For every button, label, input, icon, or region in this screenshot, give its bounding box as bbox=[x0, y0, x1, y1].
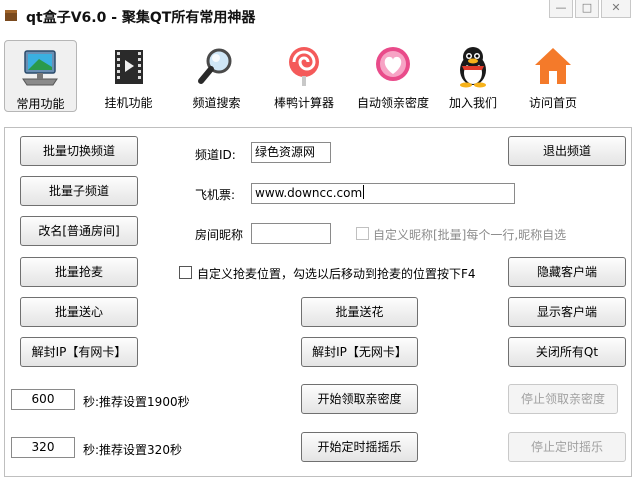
toolbar: 常用功能 挂机功能 频道搜索 棒鸭计算器 自动领亲密度 加入我们 访问首页 bbox=[0, 36, 638, 116]
custom-nickname-checkbox[interactable] bbox=[356, 227, 369, 240]
ticket-label: 飞机票: bbox=[195, 188, 236, 202]
tool-label: 自动领亲密度 bbox=[356, 96, 429, 110]
show-client-button[interactable]: 显示客户端 bbox=[508, 297, 626, 327]
minimize-button[interactable]: — bbox=[549, 0, 573, 18]
exit-channel-button[interactable]: 退出频道 bbox=[508, 136, 626, 166]
batch-send-heart-button[interactable]: 批量送心 bbox=[20, 297, 138, 327]
unblock-ip-with-nic-button[interactable]: 解封IP【有网卡】 bbox=[20, 337, 138, 367]
tool-label: 常用功能 bbox=[16, 97, 65, 111]
penguin-icon bbox=[460, 47, 486, 88]
tool-join-us[interactable]: 加入我们 bbox=[440, 40, 506, 112]
tool-auto-intimacy[interactable]: 自动领亲密度 bbox=[352, 40, 434, 112]
channel-id-label: 频道ID: bbox=[195, 148, 236, 162]
tool-calculator[interactable]: 棒鸭计算器 bbox=[266, 40, 342, 112]
film-icon bbox=[114, 50, 143, 84]
stop-shake-button[interactable]: 停止定时摇乐 bbox=[508, 432, 626, 462]
room-nickname-label: 房间昵称 bbox=[195, 228, 244, 242]
hide-client-button[interactable]: 隐藏客户端 bbox=[508, 257, 626, 287]
batch-switch-channel-button[interactable]: 批量切换频道 bbox=[20, 136, 138, 166]
custom-grab-position-label: 自定义抢麦位置，勾选以后移动到抢麦的位置按下F4 bbox=[197, 267, 476, 281]
custom-grab-position-checkbox[interactable] bbox=[179, 266, 192, 279]
heart-icon bbox=[376, 47, 410, 81]
tool-label: 挂机功能 bbox=[104, 96, 153, 110]
room-nickname-field[interactable] bbox=[251, 223, 331, 244]
tool-label: 棒鸭计算器 bbox=[273, 96, 334, 110]
shake-hint-label: 秒:推荐设置320秒 bbox=[83, 443, 182, 457]
lollipop-icon bbox=[289, 47, 319, 86]
start-intimacy-button[interactable]: 开始领取亲密度 bbox=[301, 384, 418, 414]
tool-label: 访问首页 bbox=[528, 96, 577, 110]
tool-common-functions[interactable]: 常用功能 bbox=[4, 40, 77, 112]
shake-seconds-field[interactable]: 320 bbox=[11, 437, 75, 458]
window-title: qt盒子V6.0 - 聚集QT所有常用神器 bbox=[26, 10, 256, 26]
batch-send-flower-button[interactable]: 批量送花 bbox=[301, 297, 418, 327]
tool-channel-search[interactable]: 频道搜索 bbox=[180, 40, 253, 112]
intimacy-hint-label: 秒:推荐设置1900秒 bbox=[83, 395, 190, 409]
batch-grab-mic-button[interactable]: 批量抢麦 bbox=[20, 257, 138, 287]
rename-normal-room-button[interactable]: 改名[普通房间] bbox=[20, 216, 138, 246]
close-all-qt-button[interactable]: 关闭所有Qt bbox=[508, 337, 626, 367]
ticket-value: www.downcc.com bbox=[255, 186, 363, 200]
intimacy-seconds-field[interactable]: 600 bbox=[11, 389, 75, 410]
channel-id-field[interactable]: 绿色资源网 bbox=[251, 142, 331, 163]
text-caret bbox=[363, 185, 365, 199]
tool-idle-functions[interactable]: 挂机功能 bbox=[92, 40, 165, 112]
stop-intimacy-button[interactable]: 停止领取亲密度 bbox=[508, 384, 618, 414]
start-shake-button[interactable]: 开始定时摇摇乐 bbox=[301, 432, 418, 462]
tool-visit-home[interactable]: 访问首页 bbox=[518, 40, 588, 112]
unblock-ip-no-nic-button[interactable]: 解封IP【无网卡】 bbox=[301, 337, 418, 367]
batch-subchannel-button[interactable]: 批量子频道 bbox=[20, 176, 138, 206]
home-icon bbox=[535, 48, 571, 84]
magnifier-icon bbox=[197, 48, 231, 84]
tool-label: 频道搜索 bbox=[192, 96, 241, 110]
ticket-field[interactable]: www.downcc.com bbox=[251, 183, 515, 204]
main-panel: 批量切换频道 批量子频道 改名[普通房间] 批量抢麦 批量送心 解封IP【有网卡… bbox=[4, 127, 632, 477]
close-button[interactable]: ✕ bbox=[601, 0, 631, 18]
computer-icon bbox=[21, 50, 58, 86]
maximize-button[interactable]: □ bbox=[575, 0, 599, 18]
app-box-icon bbox=[5, 10, 17, 21]
title-bar: qt盒子V6.0 - 聚集QT所有常用神器 — □ ✕ bbox=[0, 0, 638, 32]
custom-nickname-label: 自定义昵称[批量]每个一行,昵称自选 bbox=[373, 228, 567, 242]
tool-label: 加入我们 bbox=[448, 96, 497, 110]
